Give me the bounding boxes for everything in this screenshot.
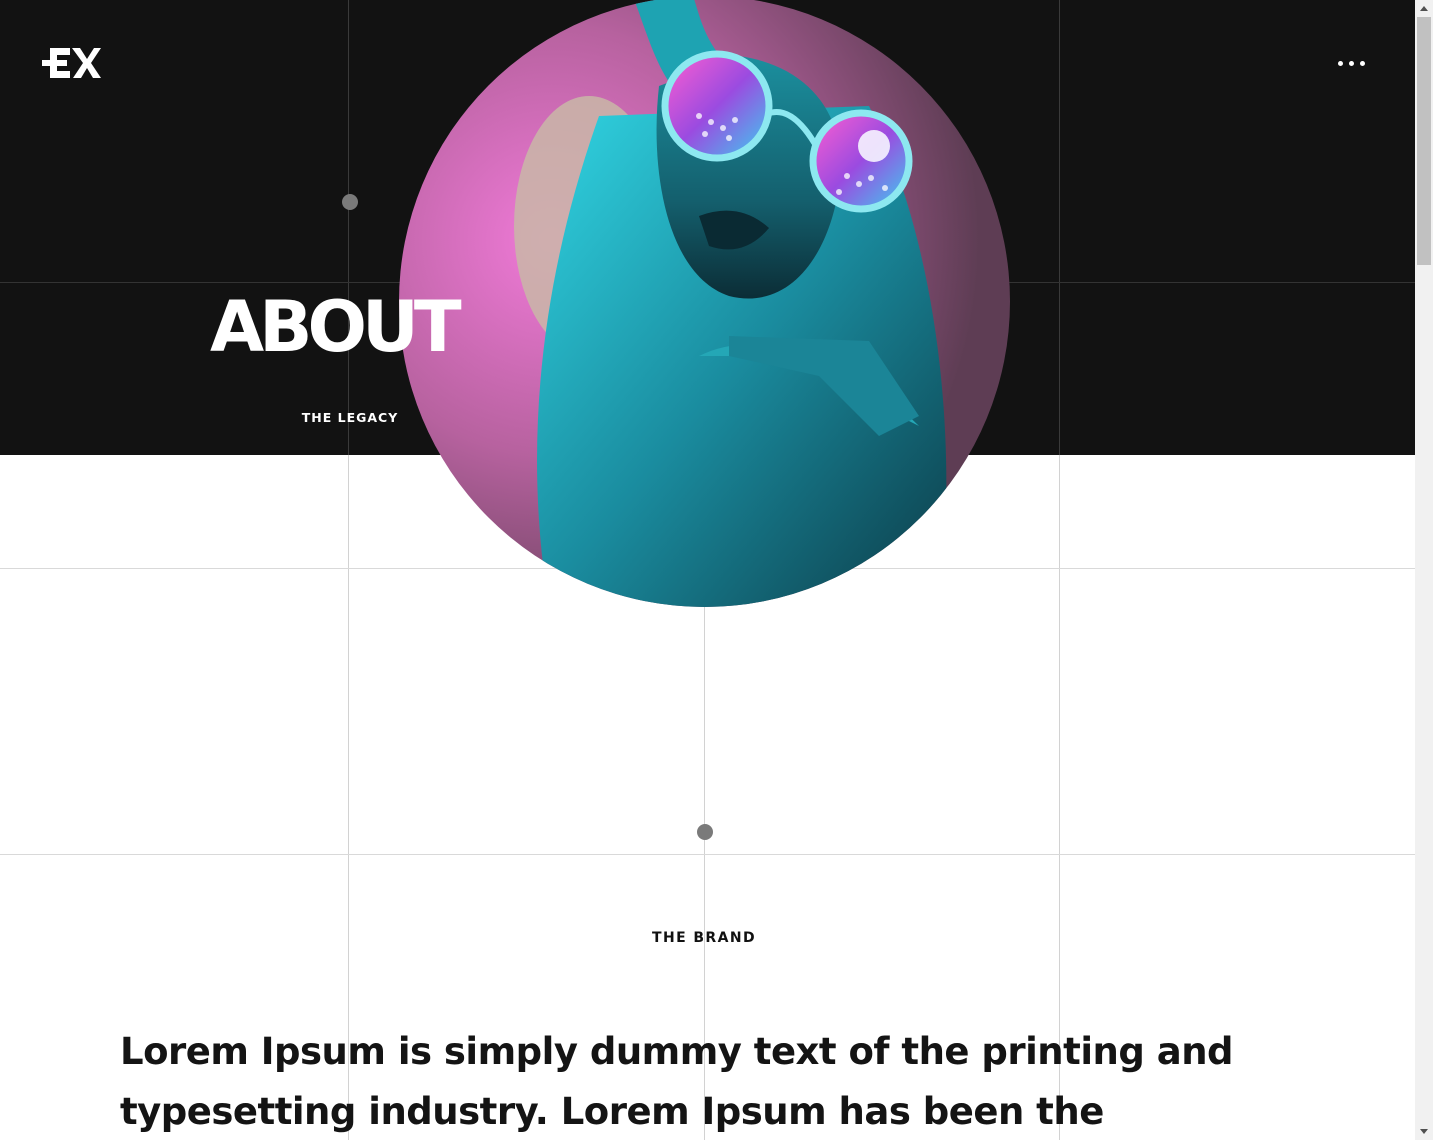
intro-text: Lorem Ipsum is simply dummy text of the …: [120, 1030, 1234, 1133]
page: ABOUT THE LEGACY THE BRAND Lorem Ipsum i…: [0, 0, 1433, 1140]
page-subtitle: THE LEGACY: [301, 410, 399, 425]
scrollbar-thumb[interactable]: [1417, 17, 1431, 265]
grid-line: [0, 854, 1415, 855]
viewport: ABOUT THE LEGACY THE BRAND Lorem Ipsum i…: [0, 0, 1415, 1140]
section-label: THE BRAND: [652, 930, 756, 946]
vertical-scrollbar[interactable]: [1415, 0, 1433, 1140]
scroll-up-icon[interactable]: [1415, 0, 1433, 17]
brand-logo[interactable]: [42, 44, 102, 82]
more-horizontal-icon: [1337, 60, 1343, 66]
more-horizontal-icon: [1359, 60, 1365, 66]
grid-line: [1059, 0, 1060, 455]
ex-logo-icon: [42, 48, 101, 78]
grid-dot: [697, 824, 713, 840]
more-horizontal-icon: [1348, 60, 1354, 66]
menu-button[interactable]: [1328, 50, 1374, 76]
scroll-down-icon[interactable]: [1415, 1123, 1433, 1140]
grid-dot: [342, 194, 358, 210]
grid-line: [348, 0, 349, 455]
page-title: ABOUT: [210, 286, 462, 368]
hero-portrait-image: [399, 0, 1010, 607]
